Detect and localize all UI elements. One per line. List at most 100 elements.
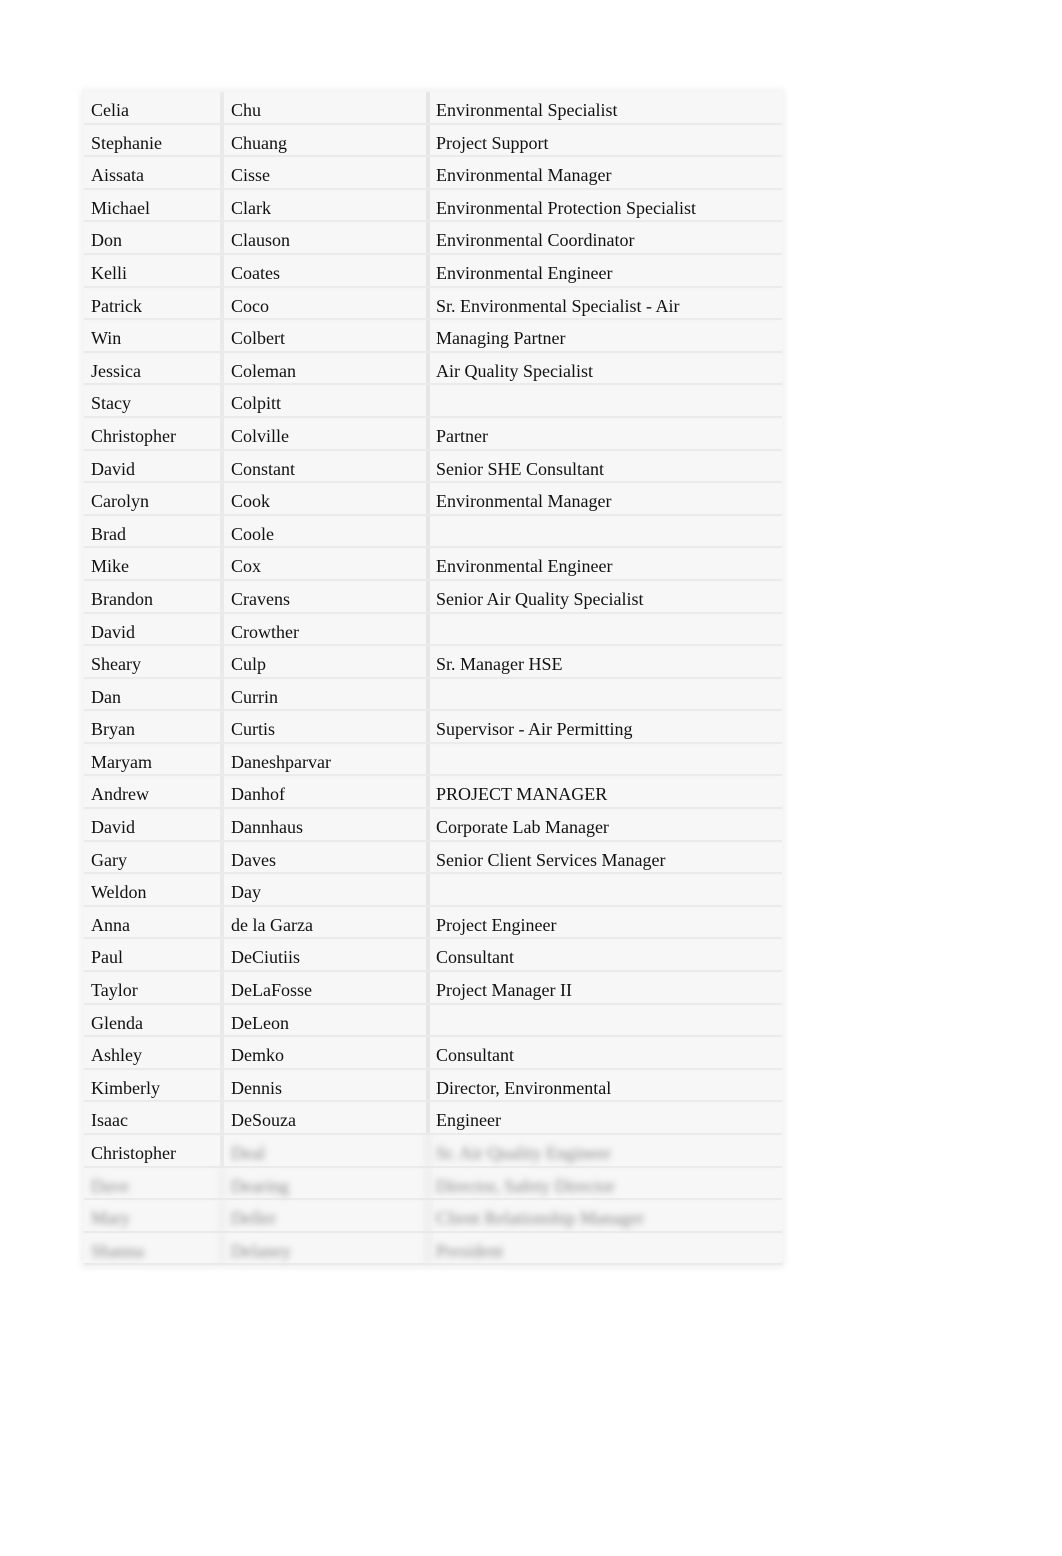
- first-name-cell: Ashley: [84, 1037, 224, 1068]
- last-name-cell: Culp: [224, 646, 430, 677]
- job-title-cell: Consultant: [436, 1045, 515, 1066]
- table-row: Glenda DeLeon: [84, 1004, 782, 1038]
- job-title-cell: Consultant: [436, 947, 515, 968]
- job-title-cell: [430, 679, 782, 710]
- last-name-cell: Cravens: [224, 580, 430, 612]
- first-name-cell: Maryam: [84, 743, 224, 775]
- job-title-cell: Director, Environmental: [436, 1077, 612, 1098]
- last-name-cell: Chu: [224, 92, 430, 123]
- last-name-cell: Chuang: [224, 124, 430, 156]
- job-title-cell: [430, 1005, 782, 1036]
- last-name-cell: Daneshparvar: [224, 743, 430, 775]
- first-name-cell: Christopher: [84, 417, 224, 449]
- first-name-cell: Brad: [84, 515, 224, 547]
- table-row: Michael Clark Environmental Protection Spe…: [84, 189, 782, 223]
- first-name-cell: David: [84, 450, 224, 482]
- table-row: Patrick Coco Sr. Environmental Specialist …: [84, 287, 782, 321]
- job-title-cell: [430, 614, 782, 645]
- table-row: Jessica Coleman Air Quality Specialist: [84, 352, 782, 386]
- last-name-cell: Deller: [224, 1200, 430, 1231]
- job-title-cell: [430, 744, 782, 775]
- last-name-cell: Colville: [224, 417, 430, 449]
- last-name-cell: Coco: [224, 287, 430, 319]
- table-row: Gary Daves Senior Client Services Manager: [84, 841, 782, 875]
- first-name-cell: Bryan: [84, 711, 224, 742]
- first-name-cell: Glenda: [84, 1004, 224, 1036]
- first-name-cell: Taylor: [84, 972, 224, 1003]
- first-name-cell: Mary: [84, 1200, 224, 1231]
- job-title-cell: Project Engineer: [436, 914, 557, 935]
- table-row-blurred: Mary Deller Client Relationship Manager: [84, 1200, 782, 1234]
- job-title-cell: Project Manager II: [436, 980, 572, 1001]
- last-name-cell: Dannhaus: [224, 809, 430, 840]
- job-title-cell: Sr. Environmental Specialist - Air: [436, 295, 680, 316]
- job-title-cell: Client Relationship Manager: [436, 1208, 644, 1229]
- job-title-cell: Senior SHE Consultant: [436, 458, 605, 479]
- table-row: Kelli Coates Environmental Engineer: [84, 254, 782, 289]
- first-name-cell: Brandon: [84, 580, 224, 612]
- table-row: Maryam Daneshparvar: [84, 743, 782, 778]
- last-name-cell: Coleman: [224, 352, 430, 384]
- last-name-cell: Currin: [224, 678, 430, 710]
- last-name-cell: Coates: [224, 254, 430, 286]
- job-title-cell: Environmental Manager: [436, 165, 612, 186]
- job-title-cell: Environmental Coordinator: [436, 230, 635, 251]
- last-name-cell: Danhof: [224, 776, 430, 808]
- last-name-cell: Daves: [224, 841, 430, 873]
- first-name-cell: Paul: [84, 939, 224, 971]
- table-row: Carolyn Cook Environmental Manager: [84, 483, 782, 517]
- last-name-cell: Cox: [224, 548, 430, 579]
- table-row-blurred: Shanna Delaney President: [84, 1232, 782, 1266]
- last-name-cell: de la Garza: [224, 906, 430, 938]
- first-name-cell: Patrick: [84, 287, 224, 319]
- table-row-blurred: Dave Dearing Director, Safety Director: [84, 1167, 782, 1201]
- first-name-cell: Don: [84, 222, 224, 253]
- last-name-cell: Clauson: [224, 222, 430, 253]
- first-name-cell: Win: [84, 320, 224, 351]
- first-name-cell: Isaac: [84, 1102, 224, 1133]
- table-row-blurred: Christopher Deal Sr. Air Quality Engineer: [84, 1135, 782, 1169]
- table-row: Sheary Culp Sr. Manager HSE: [84, 646, 782, 680]
- first-name-cell: Stephanie: [84, 124, 224, 156]
- job-title-cell: President: [436, 1240, 503, 1261]
- first-name-cell: Kimberly: [84, 1069, 224, 1101]
- last-name-cell: DeLaFosse: [224, 972, 430, 1003]
- job-title-cell: Supervisor - Air Permitting: [436, 719, 633, 740]
- job-title-cell: Environmental Engineer: [436, 262, 613, 283]
- table-row: Isaac DeSouza Engineer: [84, 1102, 782, 1136]
- last-name-cell: Clark: [224, 189, 430, 221]
- job-title-cell: Director, Safety Director: [436, 1175, 615, 1196]
- last-name-cell: DeCiutiis: [224, 939, 430, 971]
- table-row: Mike Cox Environmental Engineer: [84, 548, 782, 582]
- job-title-cell: Environmental Engineer: [436, 556, 613, 577]
- first-name-cell: Dave: [84, 1167, 224, 1199]
- job-title-cell: Air Quality Specialist: [436, 360, 593, 381]
- first-name-cell: Celia: [84, 92, 224, 123]
- table-row: David Dannhaus Corporate Lab Manager: [84, 809, 782, 843]
- last-name-cell: DeSouza: [224, 1102, 430, 1133]
- contact-table: Celia Chu Environmental Specialist Stephani…: [84, 92, 782, 1266]
- job-title-cell: Partner: [436, 425, 488, 446]
- table-row: Brandon Cravens Senior Air Quality Special…: [84, 580, 782, 615]
- first-name-cell: Gary: [84, 841, 224, 873]
- job-title-cell: Sr. Air Quality Engineer: [436, 1143, 611, 1163]
- job-title-cell: Corporate Lab Manager: [436, 817, 609, 838]
- first-name-cell: Aissata: [84, 157, 224, 188]
- last-name-cell: Crowther: [224, 613, 430, 645]
- last-name-cell: Colpitt: [224, 385, 430, 416]
- table-row: Taylor DeLaFosse Project Manager II: [84, 972, 782, 1006]
- job-title-cell: Project Support: [436, 132, 549, 153]
- last-name-cell: Colbert: [224, 320, 430, 351]
- table-row: Paul DeCiutiis Consultant: [84, 939, 782, 973]
- table-row: Anna de la Garza Project Engineer: [84, 906, 782, 941]
- table-row: Kimberly Dennis Director, Environmental: [84, 1069, 782, 1103]
- job-title-cell: PROJECT MANAGER: [436, 784, 608, 805]
- last-name-cell: Coole: [224, 515, 430, 547]
- job-title-cell: [430, 516, 782, 547]
- first-name-cell: Weldon: [84, 874, 224, 905]
- last-name-cell: Day: [224, 874, 430, 905]
- last-name-cell: Deal: [224, 1135, 430, 1166]
- last-name-cell: Curtis: [224, 711, 430, 742]
- table-row: Dan Currin: [84, 678, 782, 712]
- job-title-cell: [430, 385, 782, 416]
